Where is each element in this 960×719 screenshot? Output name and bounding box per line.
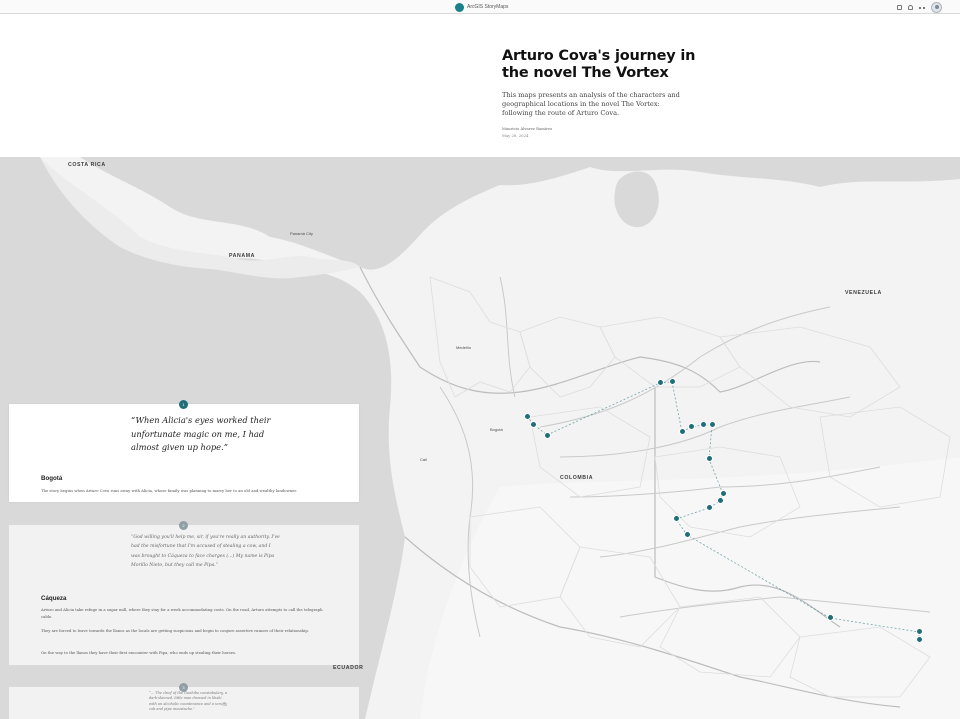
map-label-medellin: Medellín [456,345,472,350]
map-marker-5[interactable] [669,378,676,385]
map-marker-11[interactable] [720,490,727,497]
card-number-badge[interactable]: 2 [179,521,188,530]
storymaps-logo-icon [455,2,464,12]
map-label-panama-city: Panamá City [290,231,313,236]
card-heading: Cáqueza [41,595,67,602]
story-author[interactable]: Mauricio Álvarez Ramírez [502,126,702,131]
brand[interactable]: ArcGIS StoryMaps [455,2,508,12]
map-marker-8[interactable] [700,421,707,428]
map-label-venezuela: VENEZUELA [845,290,882,296]
map-marker-16[interactable] [827,614,834,621]
story-summary: This maps presents an analysis of the ch… [502,91,680,117]
map-marker-1[interactable] [524,413,531,420]
map-marker-7[interactable] [688,423,695,430]
story-date: May 28, 2024 [502,133,529,138]
map-marker-10[interactable] [706,455,713,462]
map-marker-13[interactable] [706,504,713,511]
map-label-colombia: COLOMBIA [560,475,594,481]
app-launcher-icon[interactable] [897,5,902,10]
header-actions [897,2,942,13]
brand-name: ArcGIS StoryMaps [467,4,509,10]
card-heading: Bogotá [41,475,63,482]
map-marker-3[interactable] [544,432,551,439]
story-card-caqueza: 2 “God willing you'll help me, sir, if y… [9,521,359,665]
story-title: Arturo Cova's journey in the novel The V… [502,48,696,81]
card-text-2: They are forced to leave towards the lla… [41,628,309,633]
map-marker-18[interactable] [916,636,923,643]
app-header: ArcGIS StoryMaps [0,0,960,14]
map-marker-14[interactable] [673,515,680,522]
map-label-costa-rica: COSTA RICA [68,162,106,168]
caribbean-sea [80,157,960,270]
card-text: The story begins when Arturo Cova runs a… [41,488,298,493]
card-text-3: On the way to the llanos they have their… [41,650,237,655]
map-marker-15[interactable] [684,531,691,538]
card-number-badge[interactable]: 1 [179,400,188,409]
map-marker-12[interactable] [717,497,724,504]
map-label-bogota: Bogotá [490,427,503,432]
card-quote: “When Alicia's eyes worked their unfortu… [131,415,271,452]
story-card-3: 3 “... The chief of the Guahibo constabu… [9,683,359,719]
lake-maracaibo [614,171,659,228]
map-marker-6[interactable] [679,428,686,435]
map-label-ecuador: ECUADOR [333,665,364,671]
map-label-cali: Cali [420,457,427,462]
map-marker-9[interactable] [709,421,716,428]
story-header: Arturo Cova's journey in the novel The V… [502,48,702,138]
map-marker-17[interactable] [916,628,923,635]
story-card-bogota: 1 “When Alicia's eyes worked their unfor… [9,400,359,502]
map-marker-2[interactable] [530,421,537,428]
card-text-1: Arturo and Alicia take refuge in a sugar… [41,607,323,619]
more-options-icon[interactable] [919,6,925,9]
user-avatar[interactable] [931,2,942,13]
map-label-panama: PANAMA [229,253,255,259]
card-quote: “God willing you'll help me, sir, if you… [131,535,280,568]
notifications-icon[interactable] [908,5,913,10]
map-marker-4[interactable] [657,379,664,386]
card-quote: “... The chief of the Guahibo constabula… [149,691,228,712]
